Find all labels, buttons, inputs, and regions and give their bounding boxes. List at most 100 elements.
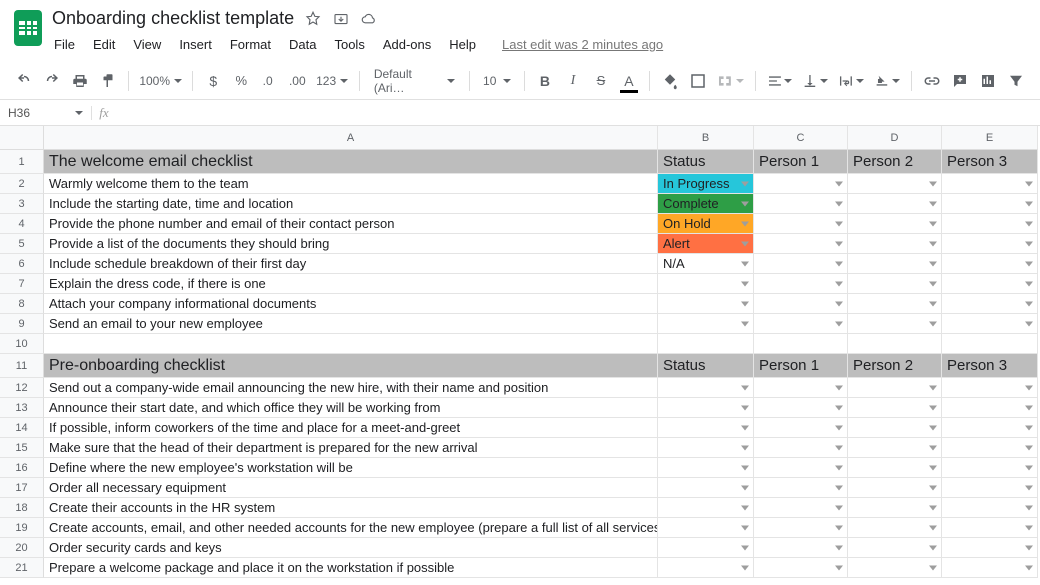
cell[interactable]: Complete xyxy=(658,194,754,214)
cell[interactable] xyxy=(848,538,942,558)
formula-input[interactable] xyxy=(116,105,1040,120)
dropdown-icon[interactable] xyxy=(929,181,937,186)
doc-title[interactable]: Onboarding checklist template xyxy=(52,8,294,29)
cell[interactable] xyxy=(754,418,848,438)
cell[interactable]: Define where the new employee's workstat… xyxy=(44,458,658,478)
cell[interactable]: Person 3 xyxy=(942,150,1038,174)
format-percent-button[interactable]: % xyxy=(229,68,253,94)
dropdown-icon[interactable] xyxy=(929,445,937,450)
row-header[interactable]: 20 xyxy=(0,538,44,558)
cell[interactable] xyxy=(754,498,848,518)
cell[interactable] xyxy=(942,214,1038,234)
row-header[interactable]: 19 xyxy=(0,518,44,538)
cell[interactable]: Include schedule breakdown of their firs… xyxy=(44,254,658,274)
cell[interactable] xyxy=(658,558,754,578)
dropdown-icon[interactable] xyxy=(741,465,749,470)
cell[interactable]: Person 3 xyxy=(942,354,1038,378)
dropdown-icon[interactable] xyxy=(929,425,937,430)
dropdown-icon[interactable] xyxy=(1025,505,1033,510)
dropdown-icon[interactable] xyxy=(929,261,937,266)
dropdown-icon[interactable] xyxy=(835,181,843,186)
text-color-button[interactable]: A xyxy=(617,68,641,94)
cell[interactable] xyxy=(658,398,754,418)
dropdown-icon[interactable] xyxy=(929,505,937,510)
cell[interactable]: Explain the dress code, if there is one xyxy=(44,274,658,294)
dropdown-icon[interactable] xyxy=(1025,385,1033,390)
cell[interactable] xyxy=(848,254,942,274)
undo-button[interactable] xyxy=(12,68,36,94)
dropdown-icon[interactable] xyxy=(835,565,843,570)
row-header[interactable]: 3 xyxy=(0,194,44,214)
dropdown-icon[interactable] xyxy=(741,181,749,186)
dropdown-icon[interactable] xyxy=(835,485,843,490)
cell[interactable] xyxy=(658,274,754,294)
dropdown-icon[interactable] xyxy=(835,301,843,306)
row-header[interactable]: 13 xyxy=(0,398,44,418)
dropdown-icon[interactable] xyxy=(1025,445,1033,450)
dropdown-icon[interactable] xyxy=(929,385,937,390)
dropdown-icon[interactable] xyxy=(835,385,843,390)
borders-button[interactable] xyxy=(686,68,710,94)
dropdown-icon[interactable] xyxy=(835,221,843,226)
cell[interactable]: Order all necessary equipment xyxy=(44,478,658,498)
cell[interactable]: On Hold xyxy=(658,214,754,234)
cell[interactable]: The welcome email checklist xyxy=(44,150,658,174)
cell[interactable] xyxy=(754,558,848,578)
dropdown-icon[interactable] xyxy=(1025,301,1033,306)
cell[interactable] xyxy=(754,538,848,558)
cell[interactable] xyxy=(848,214,942,234)
cell[interactable] xyxy=(754,254,848,274)
merge-button[interactable] xyxy=(714,68,747,94)
cell[interactable] xyxy=(942,558,1038,578)
dropdown-icon[interactable] xyxy=(835,465,843,470)
col-header-A[interactable]: A xyxy=(44,126,658,150)
wrap-button[interactable] xyxy=(835,68,867,94)
cell[interactable]: Create their accounts in the HR system xyxy=(44,498,658,518)
dropdown-icon[interactable] xyxy=(1025,525,1033,530)
cell[interactable]: Status xyxy=(658,354,754,378)
dropdown-icon[interactable] xyxy=(835,445,843,450)
dropdown-icon[interactable] xyxy=(929,201,937,206)
font-family-select[interactable]: Default (Ari… xyxy=(368,68,461,94)
row-header[interactable]: 6 xyxy=(0,254,44,274)
cell[interactable] xyxy=(658,438,754,458)
cell[interactable] xyxy=(942,194,1038,214)
cell[interactable] xyxy=(44,334,658,354)
filter-button[interactable] xyxy=(1004,68,1028,94)
cell[interactable] xyxy=(848,398,942,418)
col-header-E[interactable]: E xyxy=(942,126,1038,150)
cell[interactable] xyxy=(848,418,942,438)
menu-insert[interactable]: Insert xyxy=(177,33,214,56)
format-currency-button[interactable]: $ xyxy=(201,68,225,94)
cell[interactable] xyxy=(942,438,1038,458)
cell[interactable] xyxy=(754,378,848,398)
name-box[interactable]: H36 xyxy=(0,106,92,120)
dropdown-icon[interactable] xyxy=(741,301,749,306)
cell[interactable]: Make sure that the head of their departm… xyxy=(44,438,658,458)
dropdown-icon[interactable] xyxy=(835,405,843,410)
sheets-logo[interactable] xyxy=(8,8,48,48)
cell[interactable] xyxy=(848,234,942,254)
dropdown-icon[interactable] xyxy=(835,545,843,550)
cell[interactable] xyxy=(754,478,848,498)
cell[interactable] xyxy=(658,294,754,314)
cell[interactable]: Provide the phone number and email of th… xyxy=(44,214,658,234)
dropdown-icon[interactable] xyxy=(1025,321,1033,326)
cell[interactable] xyxy=(848,314,942,334)
cell[interactable] xyxy=(942,294,1038,314)
row-header[interactable]: 9 xyxy=(0,314,44,334)
menu-view[interactable]: View xyxy=(131,33,163,56)
cell[interactable] xyxy=(942,518,1038,538)
cell[interactable] xyxy=(942,274,1038,294)
dropdown-icon[interactable] xyxy=(1025,485,1033,490)
insert-chart-button[interactable] xyxy=(976,68,1000,94)
row-header[interactable]: 5 xyxy=(0,234,44,254)
dropdown-icon[interactable] xyxy=(835,425,843,430)
row-header[interactable]: 16 xyxy=(0,458,44,478)
cell[interactable] xyxy=(658,378,754,398)
cell[interactable] xyxy=(848,458,942,478)
menu-help[interactable]: Help xyxy=(447,33,478,56)
cell[interactable]: Pre-onboarding checklist xyxy=(44,354,658,378)
cell[interactable] xyxy=(754,234,848,254)
menu-edit[interactable]: Edit xyxy=(91,33,117,56)
